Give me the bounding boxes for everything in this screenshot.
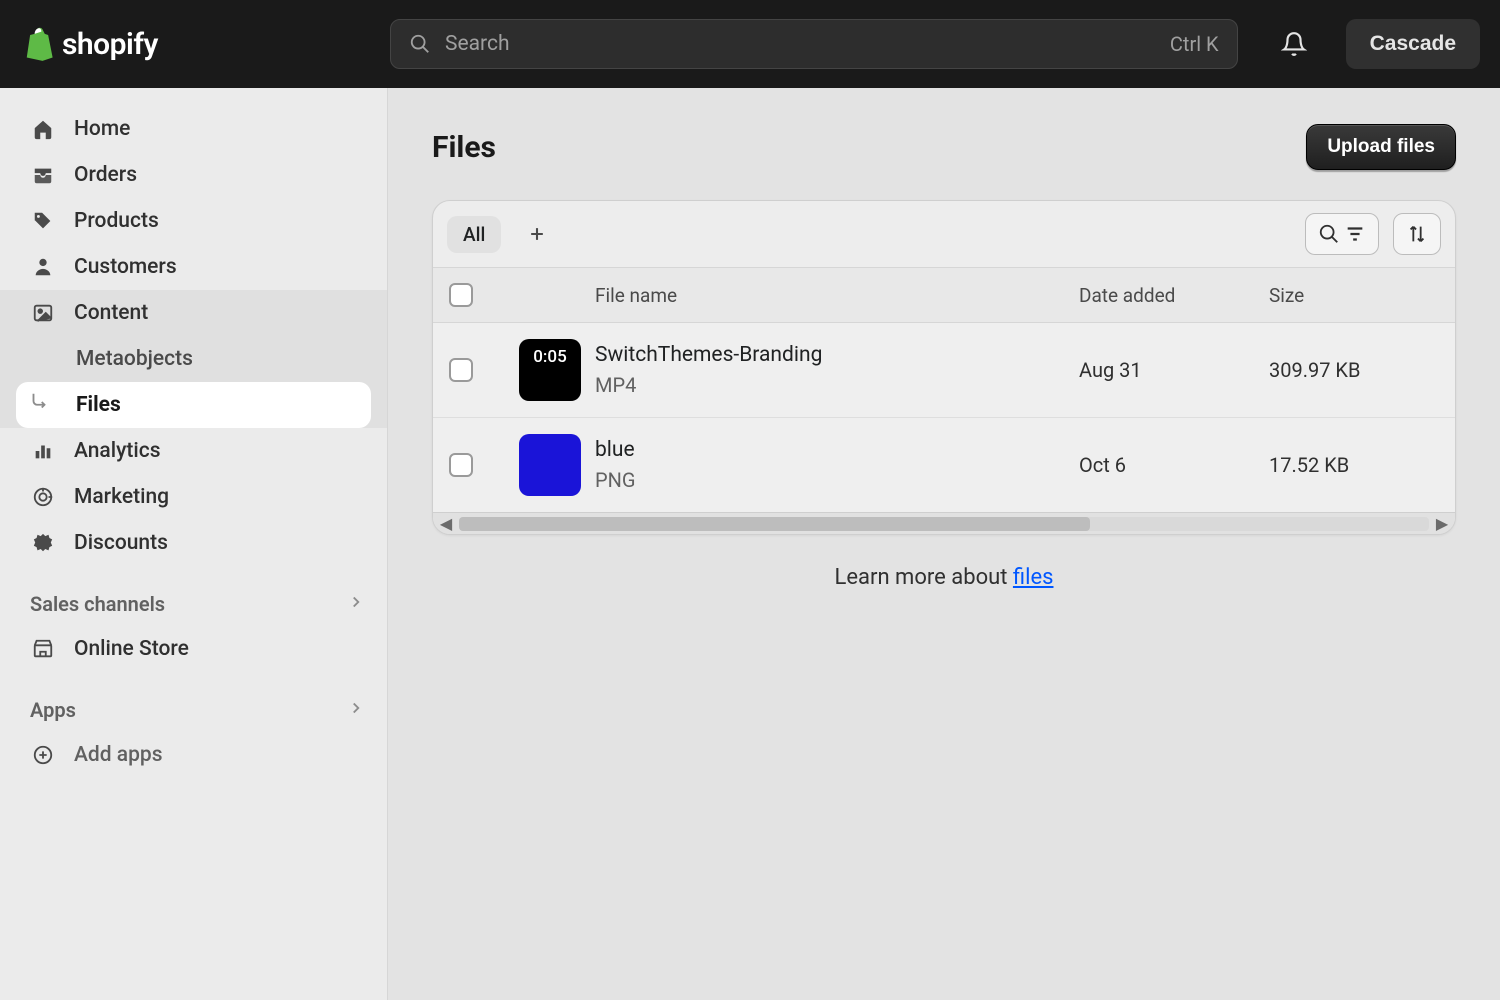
column-size[interactable]: Size <box>1269 284 1439 307</box>
sidebar-item-label: Online Store <box>74 637 189 661</box>
sidebar-item-marketing[interactable]: Marketing <box>0 474 387 520</box>
brand-logo[interactable]: shopify <box>20 26 370 62</box>
section-header-label: Apps <box>30 698 76 722</box>
main-content: Files Upload files All <box>388 88 1500 1000</box>
sidebar-item-products[interactable]: Products <box>0 198 387 244</box>
scroll-handle[interactable] <box>459 517 1090 531</box>
topbar: shopify Search Ctrl K Cascade <box>0 0 1500 88</box>
table-row[interactable]: blue PNG Oct 6 17.52 KB <box>433 418 1455 512</box>
sidebar-item-online-store[interactable]: Online Store <box>0 626 387 672</box>
section-header-label: Sales channels <box>30 592 165 616</box>
file-date: Aug 31 <box>1079 358 1269 382</box>
sidebar-item-label: Products <box>74 209 159 233</box>
sidebar-item-content[interactable]: Content <box>0 290 387 336</box>
sidebar-item-add-apps[interactable]: Add apps <box>0 732 387 778</box>
learn-more-link[interactable]: files <box>1013 565 1054 590</box>
add-view-button[interactable] <box>519 216 555 252</box>
notifications-button[interactable] <box>1270 20 1318 68</box>
search-shortcut: Ctrl K <box>1170 32 1219 56</box>
search-placeholder: Search <box>445 32 510 56</box>
file-name: SwitchThemes-Branding <box>595 343 1079 367</box>
search-icon <box>1318 223 1340 245</box>
sidebar-item-label: Home <box>74 117 130 141</box>
sidebar-item-label: Analytics <box>74 439 161 463</box>
search-filter-button[interactable] <box>1305 213 1379 255</box>
filter-icon <box>1344 223 1366 245</box>
chevron-right-icon <box>347 592 365 616</box>
file-size: 17.52 KB <box>1269 453 1439 477</box>
files-toolbar: All <box>433 201 1455 267</box>
sidebar-item-home[interactable]: Home <box>0 106 387 152</box>
page-title: Files <box>432 130 496 165</box>
sidebar-item-analytics[interactable]: Analytics <box>0 428 387 474</box>
active-indicator-icon <box>28 391 50 419</box>
sort-button[interactable] <box>1393 213 1441 255</box>
learn-more: Learn more about files <box>432 565 1456 590</box>
store-name: Cascade <box>1370 32 1456 56</box>
bell-icon <box>1281 31 1307 57</box>
sidebar-item-customers[interactable]: Customers <box>0 244 387 290</box>
target-icon <box>30 484 56 510</box>
sidebar-subitem-label: Files <box>76 393 121 417</box>
table-header: File name Date added Size <box>433 267 1455 323</box>
sidebar-item-orders[interactable]: Orders <box>0 152 387 198</box>
file-size: 309.97 KB <box>1269 358 1439 382</box>
file-type: PNG <box>595 468 1079 492</box>
scroll-right-icon[interactable]: ▶ <box>1433 514 1451 533</box>
tab-label: All <box>463 223 485 246</box>
chevron-right-icon <box>347 698 365 722</box>
sidebar-item-label: Orders <box>74 163 137 187</box>
sidebar-subitem-metaobjects[interactable]: Metaobjects <box>0 336 387 382</box>
file-thumbnail: 0:05 <box>519 339 581 401</box>
search-icon <box>409 33 431 55</box>
store-menu-button[interactable]: Cascade <box>1346 19 1480 69</box>
sidebar-item-label: Add apps <box>74 743 163 767</box>
horizontal-scrollbar[interactable]: ◀ ▶ <box>433 512 1455 534</box>
files-card: All File name <box>432 200 1456 535</box>
store-icon <box>30 636 56 662</box>
sales-channels-header[interactable]: Sales channels <box>0 566 387 626</box>
scroll-left-icon[interactable]: ◀ <box>437 514 455 533</box>
upload-button-label: Upload files <box>1327 136 1435 157</box>
search-input[interactable]: Search Ctrl K <box>390 19 1238 69</box>
brand-text: shopify <box>62 27 158 62</box>
file-thumbnail <box>519 434 581 496</box>
sidebar-item-label: Marketing <box>74 485 169 509</box>
sidebar: Home Orders Products Customers Content M… <box>0 88 388 1000</box>
column-filename[interactable]: File name <box>595 284 1079 307</box>
bar-chart-icon <box>30 438 56 464</box>
discount-icon <box>30 530 56 556</box>
sidebar-subitem-files[interactable]: Files <box>16 382 371 428</box>
select-all-checkbox[interactable] <box>449 283 473 307</box>
row-checkbox[interactable] <box>449 453 473 477</box>
sidebar-item-discounts[interactable]: Discounts <box>0 520 387 566</box>
tab-all[interactable]: All <box>447 216 501 253</box>
sidebar-item-label: Customers <box>74 255 177 279</box>
table-row[interactable]: 0:05 SwitchThemes-Branding MP4 Aug 31 30… <box>433 323 1455 418</box>
sort-icon <box>1406 223 1428 245</box>
sidebar-item-label: Discounts <box>74 531 168 555</box>
home-icon <box>30 116 56 142</box>
sidebar-item-label: Content <box>74 301 148 325</box>
inbox-icon <box>30 162 56 188</box>
tag-icon <box>30 208 56 234</box>
apps-header[interactable]: Apps <box>0 672 387 732</box>
image-icon <box>30 300 56 326</box>
video-duration: 0:05 <box>533 347 566 367</box>
learn-more-prefix: Learn more about <box>835 565 1013 590</box>
plus-circle-icon <box>30 742 56 768</box>
file-type: MP4 <box>595 373 1079 397</box>
scroll-track[interactable] <box>459 517 1429 531</box>
column-date[interactable]: Date added <box>1079 284 1269 307</box>
plus-icon <box>527 224 547 244</box>
file-date: Oct 6 <box>1079 453 1269 477</box>
file-name: blue <box>595 438 1079 462</box>
shopify-bag-icon <box>20 26 56 62</box>
upload-files-button[interactable]: Upload files <box>1306 124 1456 170</box>
sidebar-subitem-label: Metaobjects <box>76 347 193 371</box>
person-icon <box>30 254 56 280</box>
row-checkbox[interactable] <box>449 358 473 382</box>
